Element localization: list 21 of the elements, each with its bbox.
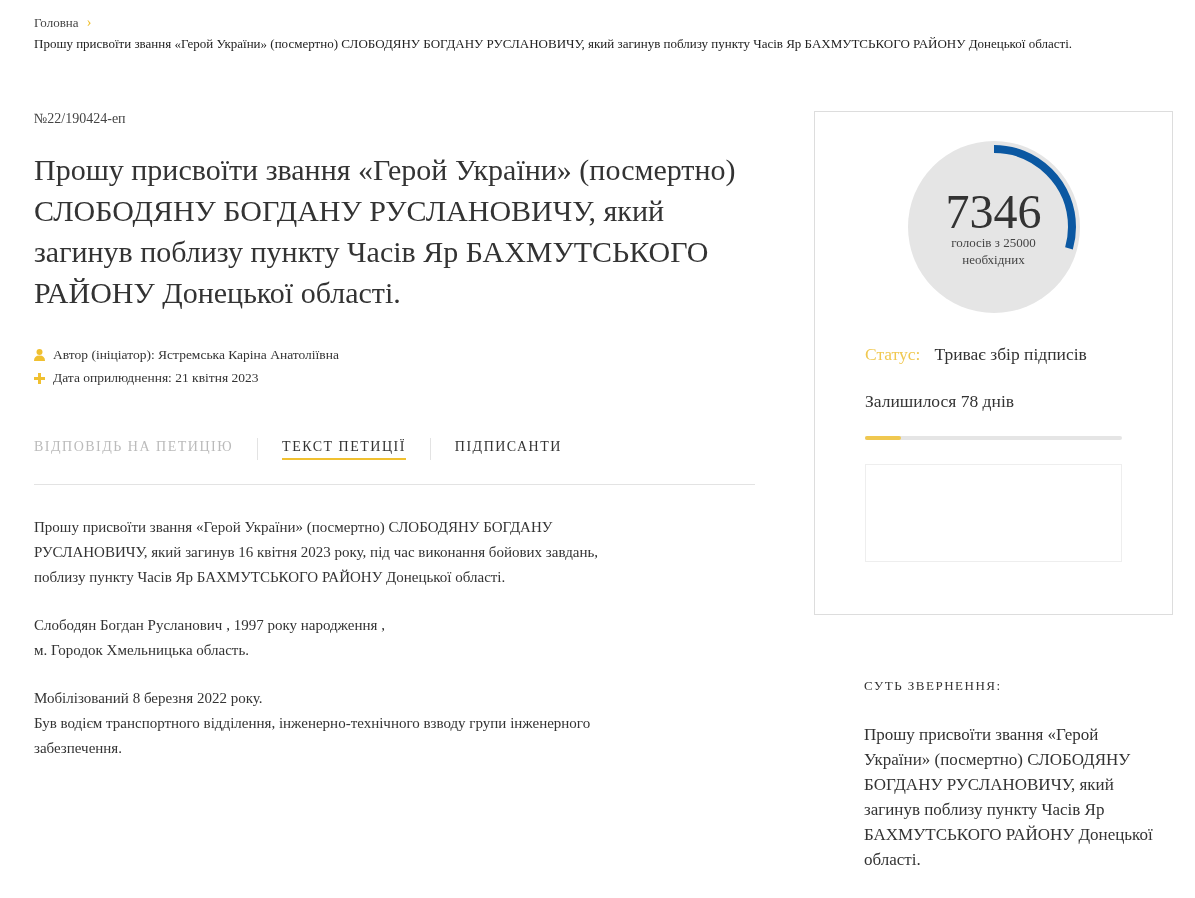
petition-title: Прошу присвоїти звання «Герой України» (посмертно) СЛОБОДЯНУ БОГДАНУ РУСЛАНОВИЧУ, який загинув поблизу пункту Часів Яр БАХМУТСЬКОГО РАЙОНУ Донецької області.	[34, 152, 737, 311]
person-icon	[34, 349, 45, 361]
home-link[interactable]: Головна	[34, 12, 79, 33]
vote-caption: голосів з 25000 необхідних	[950, 234, 1037, 268]
status-value: Триває збір підписів	[934, 344, 1087, 365]
meta-text: Автор (ініціатор): Ястремська Каріна Анатоліївна	[53, 347, 339, 363]
separator-icon: ›	[86, 12, 92, 33]
plus-icon	[34, 372, 45, 384]
summary-text: Прошу присвоїти звання «Герой України» (посмертно) СЛОБОДЯНУ БОГДАНУ РУСЛАНОВИЧУ, який загинув поблизу пункту Часів Яр БАХМУТСЬКОГО РАЙОНУ Донецької області.	[864, 724, 1154, 871]
vote-count: 7346	[945, 190, 1042, 234]
petition-paragraph: Слободян Богдан Русланович , 1997 року народження , м. Городок Хмельницька область.	[34, 616, 386, 660]
days-remaining: Залишилося 78 днів	[865, 391, 1015, 412]
petition-paragraph: Прошу присвоїти звання «Герой України» (посмертно) СЛОБОДЯНУ БОГДАНУ РУСЛАНОВИЧУ, який загинув 16 квітня 2023 року, під час виконання бойових завдань, поблизу пункту Часів Яр БАХМУТСЬКОГО РАЙОНУ Донецької області.	[34, 518, 600, 587]
tab[interactable]: ПІДПИСАНТИ	[454, 438, 562, 460]
petition-number: №22/190424-еп	[34, 111, 127, 127]
breadcrumb-current: Прошу присвоїти звання «Герой України» (посмертно) СЛОБОДЯНУ БОГДАНУ РУСЛАНОВИЧУ, який загинув поблизу пункту Часів Яр БАХМУТСЬКОГО РАЙОНУ Донецької області.	[34, 35, 1073, 53]
status-label: Статус:	[865, 344, 921, 365]
summary-heading: СУТЬ ЗВЕРНЕННЯ:	[864, 678, 1003, 694]
petition-paragraph: Мобілізований 8 березня 2022 року. Був водієм транспортного відділення, інженерно-технічного взводу групи інженерного забезпечення.	[34, 689, 592, 758]
tab[interactable]: ТЕКСТ ПЕТИЦІЇ	[282, 438, 406, 460]
meta-text: Дата оприлюднення: 21 квітня 2023	[53, 370, 259, 386]
